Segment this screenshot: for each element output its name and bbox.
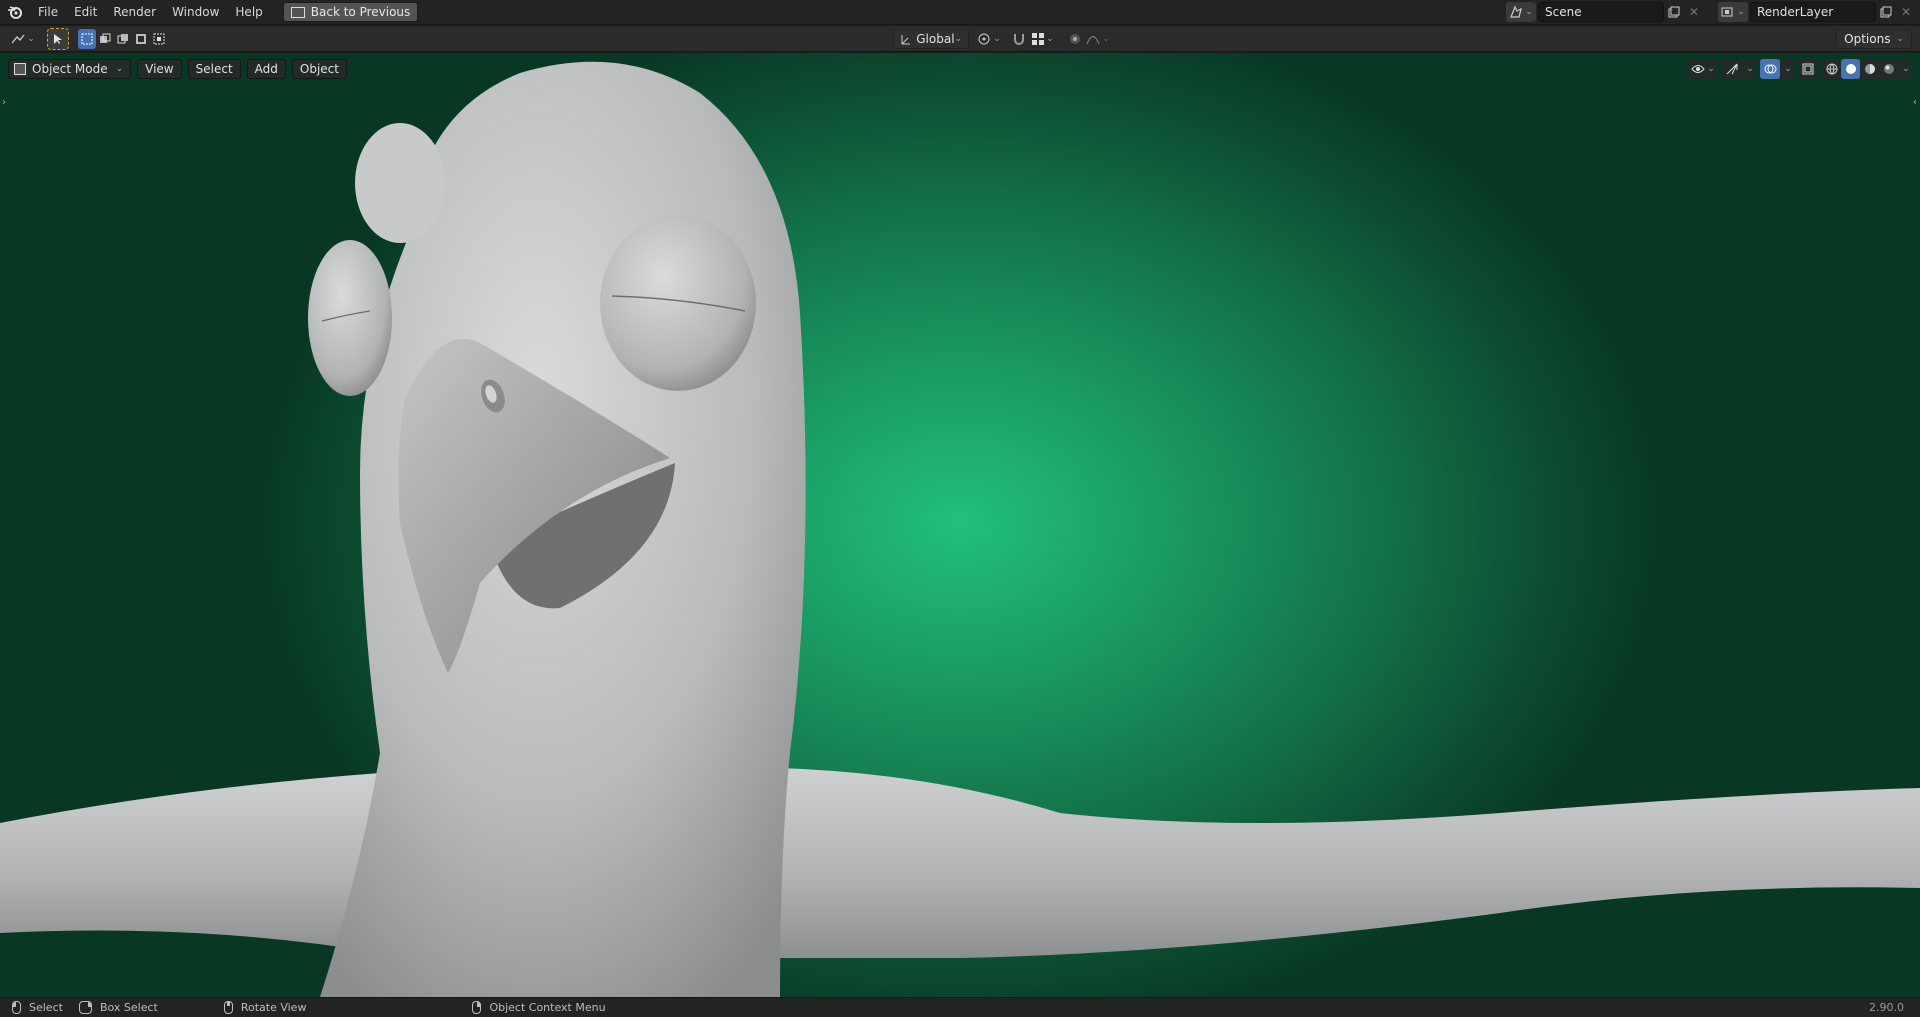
toolbar-expand-arrow-icon[interactable]: › [2, 97, 6, 108]
tool-header: ⌄ Global ⌄ ⌄ ⌄ ⌄ Options ⌄ [0, 26, 1920, 52]
back-to-previous-button[interactable]: Back to Previous [282, 2, 419, 22]
shading-options-icon[interactable]: ⌄ [1898, 59, 1912, 79]
menu-add[interactable]: Add [246, 59, 286, 79]
status-rotate-view: Rotate View [223, 1001, 307, 1014]
status-rotate-view-label: Rotate View [240, 1001, 307, 1014]
overlay-group: ⌄ [1760, 59, 1794, 79]
toggle-xray-icon[interactable] [1798, 59, 1818, 79]
select-extend-mode-icon[interactable] [96, 29, 114, 49]
overlays-options-icon[interactable]: ⌄ [1780, 59, 1794, 79]
viewport-header: Object Mode ⌄ View Select Add Object ⌄ ⌄… [8, 58, 1912, 80]
blender-version: 2.90.0 [1869, 1001, 1904, 1014]
menu-select[interactable]: Select [187, 59, 241, 79]
snap-target-icon[interactable]: ⌄ [1029, 29, 1057, 49]
material-preview-shading-icon[interactable] [1860, 59, 1879, 79]
wireframe-shading-icon[interactable] [1822, 59, 1841, 79]
view-layer-browse-icon[interactable]: ⌄ [1718, 2, 1748, 22]
menu-file[interactable]: File [30, 2, 66, 22]
show-overlays-icon[interactable] [1760, 59, 1780, 79]
menu-window[interactable]: Window [164, 2, 227, 22]
gizmo-group: ⌄ [1722, 59, 1756, 79]
new-scene-icon[interactable] [1664, 2, 1684, 22]
status-box-select: Box Select [78, 1001, 158, 1014]
proportional-falloff-icon[interactable]: ⌄ [1085, 29, 1111, 49]
mouse-drag-icon [78, 1001, 92, 1014]
select-subtract-mode-icon[interactable] [114, 29, 132, 49]
orientation-axes-icon [901, 34, 911, 44]
proportional-editing-icon[interactable] [1065, 29, 1085, 49]
select-invert-mode-icon[interactable] [132, 29, 150, 49]
transform-orientation-dropdown[interactable]: Global ⌄ [893, 28, 970, 49]
object-mode-label: Object Mode [32, 62, 108, 76]
mouse-middle-icon [223, 1001, 233, 1014]
status-select-label: Select [29, 1001, 63, 1014]
menu-object[interactable]: Object [291, 59, 347, 79]
top-bar: File Edit Render Window Help Back to Pre… [0, 0, 1920, 25]
solid-shading-icon[interactable] [1841, 59, 1860, 79]
status-select: Select [12, 1001, 63, 1014]
bird-model [0, 61, 1920, 997]
menu-edit[interactable]: Edit [66, 2, 105, 22]
show-gizmo-icon[interactable] [1722, 59, 1742, 79]
blender-logo-icon[interactable] [0, 4, 30, 20]
snap-toggle-magnet-icon[interactable] [1009, 29, 1029, 49]
options-dropdown[interactable]: Options ⌄ [1836, 28, 1913, 49]
visibility-group: ⌄ [1688, 59, 1718, 79]
pivot-point-icon[interactable]: ⌄ [975, 29, 1003, 49]
new-view-layer-icon[interactable] [1876, 2, 1896, 22]
render-layer-name: RenderLayer [1757, 5, 1834, 19]
status-box-select-label: Box Select [99, 1001, 158, 1014]
select-new-mode-icon[interactable] [78, 28, 96, 49]
editor-type-icon[interactable]: ⌄ [8, 29, 38, 49]
object-mode-dropdown[interactable]: Object Mode ⌄ [8, 59, 132, 79]
gizmo-options-icon[interactable]: ⌄ [1742, 59, 1756, 79]
status-context-menu-label: Object Context Menu [489, 1001, 606, 1014]
monitor-icon [290, 6, 305, 18]
select-tool-icon[interactable] [47, 27, 69, 50]
render-layer-field[interactable]: RenderLayer [1750, 2, 1876, 22]
scene-name-field[interactable]: Scene [1538, 2, 1664, 22]
xray-group [1798, 59, 1818, 79]
options-label: Options [1844, 31, 1891, 46]
delete-view-layer-icon[interactable]: ✕ [1896, 2, 1916, 22]
shading-group: ⌄ [1822, 59, 1912, 79]
mouse-right-icon [472, 1001, 482, 1014]
back-to-previous-label: Back to Previous [310, 5, 411, 19]
menu-render[interactable]: Render [105, 2, 164, 22]
transform-orientation-label: Global [916, 31, 955, 46]
menu-help[interactable]: Help [227, 2, 270, 22]
menu-view[interactable]: View [137, 59, 182, 79]
status-bar: Select Box Select Rotate View Object Con… [0, 997, 1920, 1017]
sidebar-expand-arrow-icon[interactable]: ‹ [1913, 97, 1917, 108]
scene-name: Scene [1545, 5, 1582, 19]
select-intersect-mode-icon[interactable] [150, 29, 168, 49]
delete-scene-icon[interactable]: ✕ [1684, 2, 1704, 22]
3d-viewport[interactable]: Object Mode ⌄ View Select Add Object ⌄ ⌄… [0, 53, 1920, 997]
mouse-left-icon [12, 1001, 21, 1014]
status-context-menu: Object Context Menu [472, 1001, 606, 1014]
object-mode-icon [14, 63, 26, 75]
selectability-visibility-icon[interactable]: ⌄ [1688, 59, 1718, 79]
scene-browse-icon[interactable]: ⌄ [1506, 2, 1536, 22]
rendered-shading-icon[interactable] [1879, 59, 1898, 79]
